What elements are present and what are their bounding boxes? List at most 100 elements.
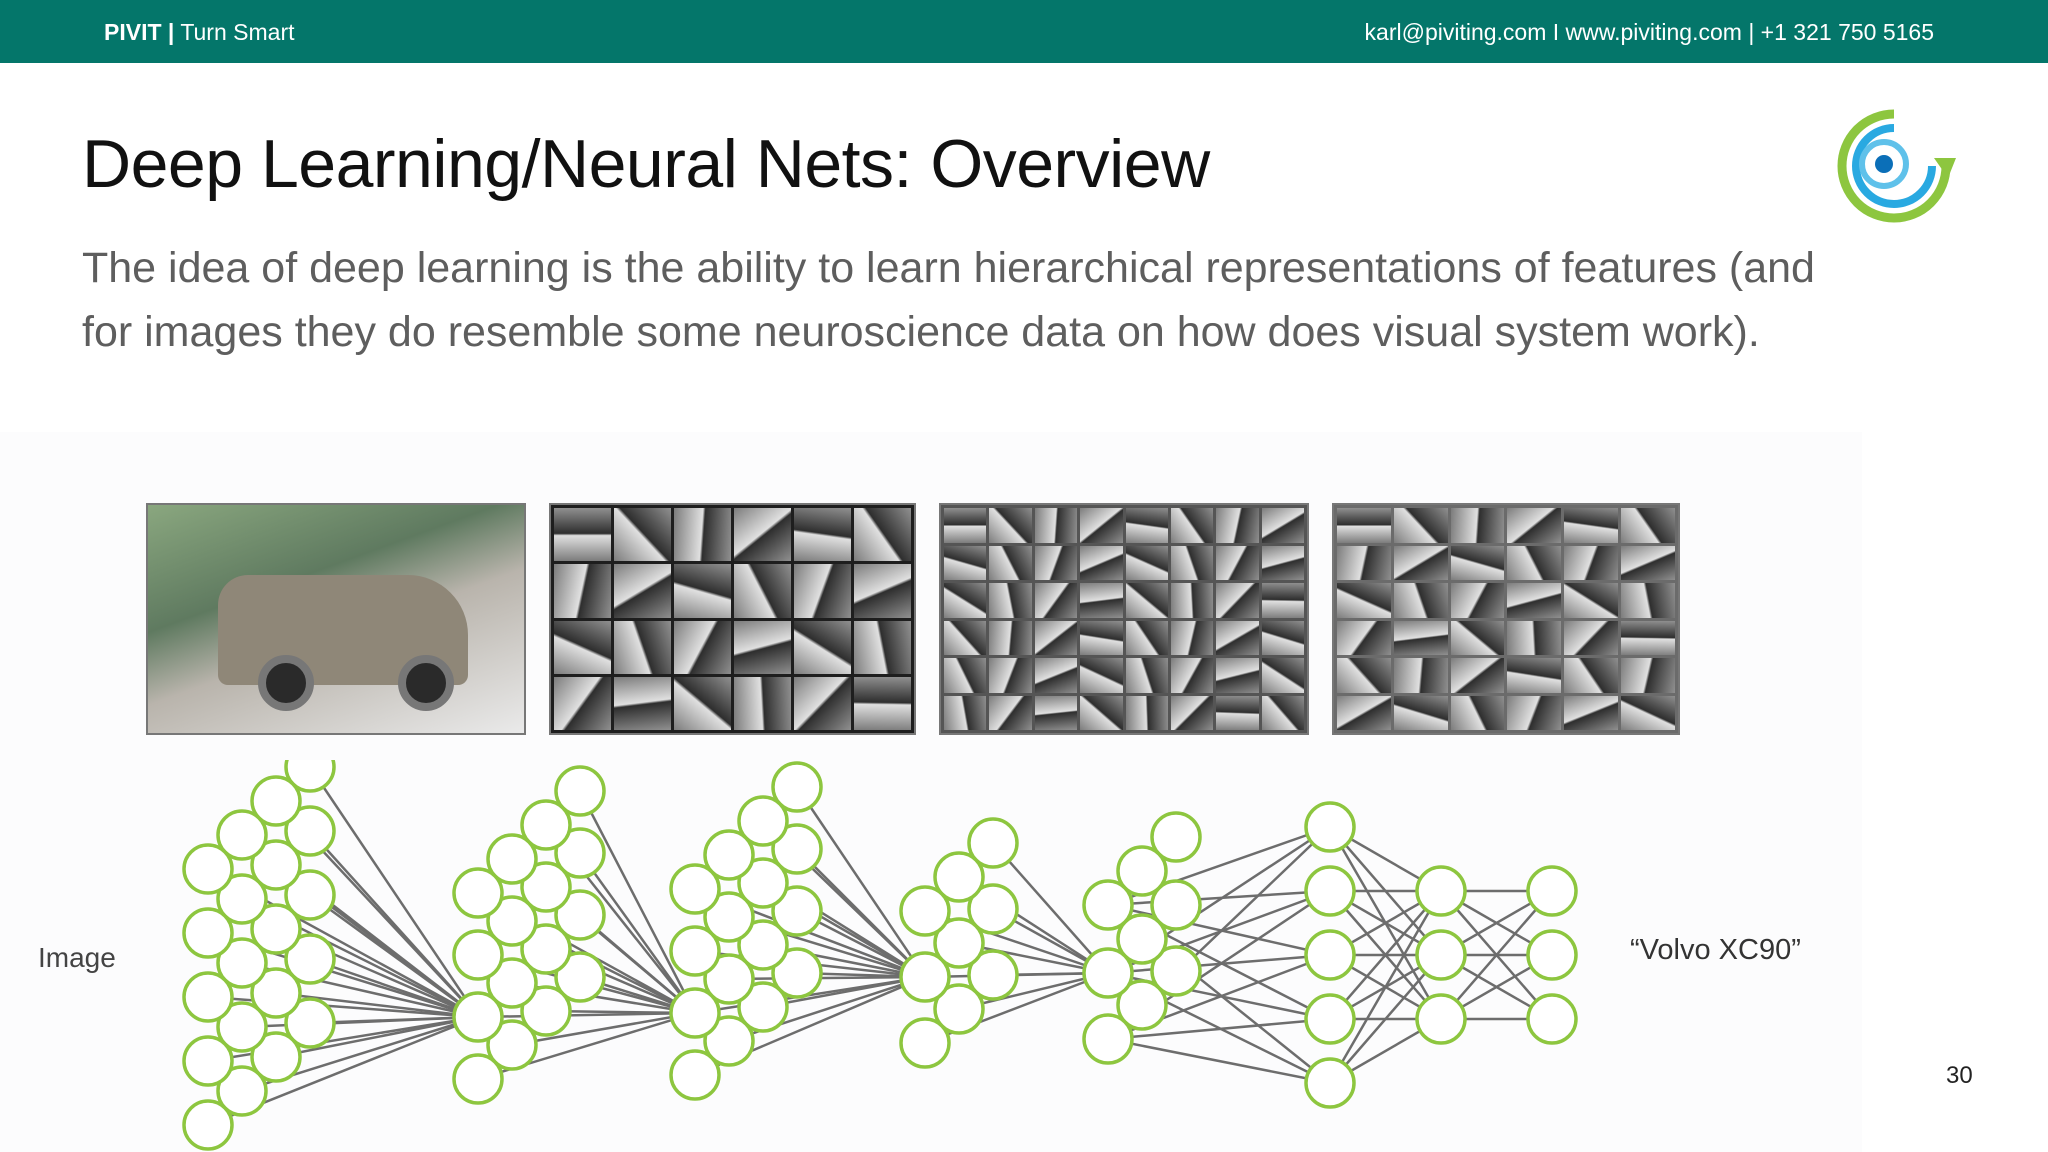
edge-filter-tile [794, 676, 851, 730]
object-filter-tile [1507, 508, 1562, 543]
part-filter-tile [1034, 695, 1078, 730]
object-filter-tile [1564, 620, 1619, 655]
network-connection [795, 786, 927, 978]
part-filter-tile [1261, 658, 1304, 693]
slide-title: Deep Learning/Neural Nets: Overview [82, 126, 1210, 202]
network-node [1415, 865, 1467, 917]
network-node [1415, 929, 1467, 981]
input-label: Image [38, 942, 116, 973]
part-filter-tile [1080, 583, 1123, 618]
part-filter-tile [1125, 620, 1168, 655]
object-filter-tile [1337, 658, 1391, 693]
part-features-panel [939, 503, 1309, 735]
network-node [182, 971, 234, 1023]
network-node [452, 929, 504, 981]
object-filter-tile [1393, 583, 1448, 618]
edge-filter-tile [614, 620, 671, 674]
network-node [1526, 929, 1578, 981]
object-filter-tile [1507, 583, 1562, 618]
edge-filter-tile [734, 620, 791, 674]
object-filter-tile [1507, 658, 1562, 693]
network-node [1304, 993, 1356, 1045]
network-node [1526, 993, 1578, 1045]
edge-filter-tile [674, 564, 731, 618]
part-filter-tile [1261, 583, 1304, 618]
network-node [899, 1017, 951, 1069]
part-filter-tile [1034, 583, 1078, 618]
brand-name: PIVIT | [104, 19, 175, 45]
part-filter-tile [989, 508, 1032, 543]
edge-filter-tile [794, 620, 851, 674]
part-filter-tile [1216, 545, 1259, 580]
part-filter-tile [1034, 508, 1078, 543]
edge-filter-tile [614, 564, 671, 618]
part-filter-tile [1170, 620, 1214, 655]
part-filter-tile [1261, 620, 1304, 655]
network-node [1082, 1013, 1134, 1065]
object-filter-tile [1564, 583, 1619, 618]
edge-filter-tile [734, 676, 791, 730]
part-filter-tile [1125, 545, 1168, 580]
part-filter-tile [1125, 508, 1168, 543]
network-node [899, 951, 951, 1003]
object-filter-tile [1450, 620, 1505, 655]
edge-filter-tile [854, 620, 911, 674]
network-node [899, 885, 951, 937]
object-filter-tile [1507, 695, 1562, 730]
network-node [669, 863, 721, 915]
part-filter-tile [1170, 583, 1214, 618]
part-filter-tile [1080, 620, 1123, 655]
edge-filter-tile [674, 508, 731, 562]
part-filter-tile [1125, 695, 1168, 730]
part-filter-tile [944, 508, 987, 543]
object-filter-tile [1393, 658, 1448, 693]
object-filter-tile [1621, 620, 1675, 655]
slide-body: The idea of deep learning is the ability… [82, 244, 1815, 356]
network-node [452, 1053, 504, 1105]
edge-filter-tile [854, 508, 911, 562]
object-filter-tile [1564, 658, 1619, 693]
network-node [452, 991, 504, 1043]
part-filter-tile [989, 658, 1032, 693]
network-node [182, 843, 234, 895]
edge-filter-tile [674, 620, 731, 674]
object-filter-tile [1621, 508, 1675, 543]
object-filter-tile [1621, 583, 1675, 618]
network-node [669, 1049, 721, 1101]
brand: PIVIT | Turn Smart [104, 17, 295, 47]
edge-filter-tile [794, 564, 851, 618]
edge-filter-tile [554, 620, 611, 674]
edge-filter-tile [854, 676, 911, 730]
edge-filter-tile [674, 676, 731, 730]
part-filter-tile [944, 620, 987, 655]
pivit-logo-icon [1837, 109, 1956, 223]
network-connection [1107, 1037, 1331, 1085]
edge-filter-tile [554, 564, 611, 618]
network-node [1304, 929, 1356, 981]
edge-filter-tile [554, 508, 611, 562]
edge-filter-tile [554, 676, 611, 730]
edge-filter-tile [854, 564, 911, 618]
edge-filter-tile [614, 676, 671, 730]
object-filter-tile [1393, 545, 1448, 580]
object-filter-tile [1337, 545, 1391, 580]
header-bar: PIVIT | Turn Smart karl@piviting.com I w… [0, 0, 2048, 63]
edge-filter-tile [734, 508, 791, 562]
object-filter-tile [1564, 695, 1619, 730]
network-node [1415, 993, 1467, 1045]
object-filter-tile [1621, 658, 1675, 693]
part-filter-tile [1080, 658, 1123, 693]
part-filter-tile [1261, 695, 1304, 730]
object-filter-tile [1450, 695, 1505, 730]
network-connection [1328, 890, 1443, 1084]
object-filter-tile [1621, 695, 1675, 730]
part-filter-tile [1125, 583, 1168, 618]
part-filter-tile [944, 583, 987, 618]
contact-info: karl@piviting.com I www.piviting.com | +… [1364, 19, 1934, 45]
part-filter-tile [1261, 508, 1304, 543]
object-filter-tile [1564, 545, 1619, 580]
network-node [1304, 865, 1356, 917]
output-label: “Volvo XC90” [1630, 934, 1801, 966]
car-wheel [398, 655, 454, 711]
part-filter-tile [1080, 508, 1123, 543]
